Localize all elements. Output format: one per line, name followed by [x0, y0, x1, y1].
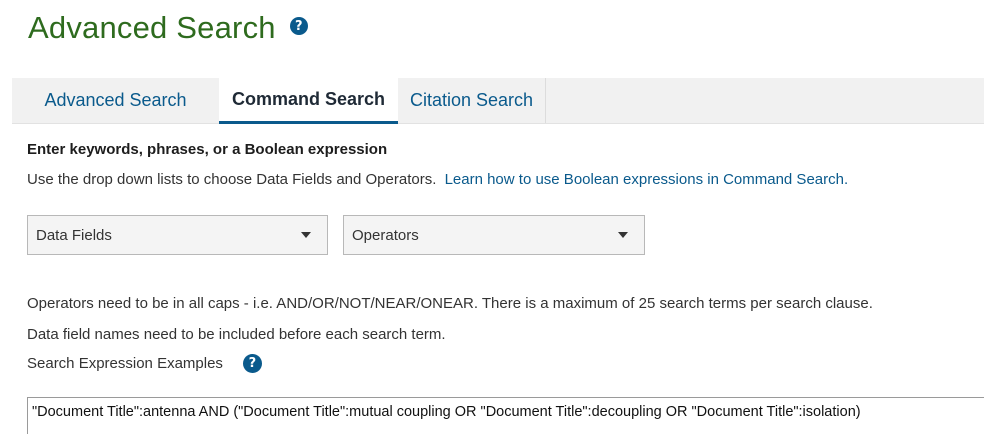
advanced-search-page: Advanced Search ? Advanced Search Comman…	[0, 0, 984, 434]
title-row: Advanced Search ?	[28, 8, 308, 48]
examples-label: Search Expression Examples	[27, 355, 223, 372]
tab-citation-search[interactable]: Citation Search	[398, 78, 546, 123]
instructions-heading: Enter keywords, phrases, or a Boolean ex…	[27, 141, 388, 158]
boolean-help-link[interactable]: Learn how to use Boolean expressions in …	[445, 171, 849, 188]
operators-note: Operators need to be in all caps - i.e. …	[27, 295, 873, 312]
search-tabs: Advanced Search Command Search Citation …	[12, 78, 984, 124]
search-expression-input[interactable]: "Document Title":antenna AND ("Document …	[27, 397, 984, 434]
caret-down-icon	[618, 232, 628, 238]
operators-dropdown[interactable]: Operators	[343, 215, 645, 255]
instructions-text: Use the drop down lists to choose Data F…	[27, 171, 437, 188]
examples-row: Search Expression Examples ?	[27, 354, 262, 373]
data-fields-label: Data Fields	[36, 226, 112, 244]
operators-label: Operators	[352, 226, 419, 244]
fields-note: Data field names need to be included bef…	[27, 326, 446, 343]
caret-down-icon	[301, 232, 311, 238]
instructions-text-row: Use the drop down lists to choose Data F…	[27, 171, 848, 188]
examples-help-icon[interactable]: ?	[242, 354, 262, 373]
data-fields-dropdown[interactable]: Data Fields	[27, 215, 328, 255]
tab-advanced-search[interactable]: Advanced Search	[12, 78, 219, 123]
help-question-icon[interactable]: ?	[289, 17, 308, 35]
tab-command-search[interactable]: Command Search	[219, 78, 398, 124]
page-title: Advanced Search	[28, 10, 276, 45]
